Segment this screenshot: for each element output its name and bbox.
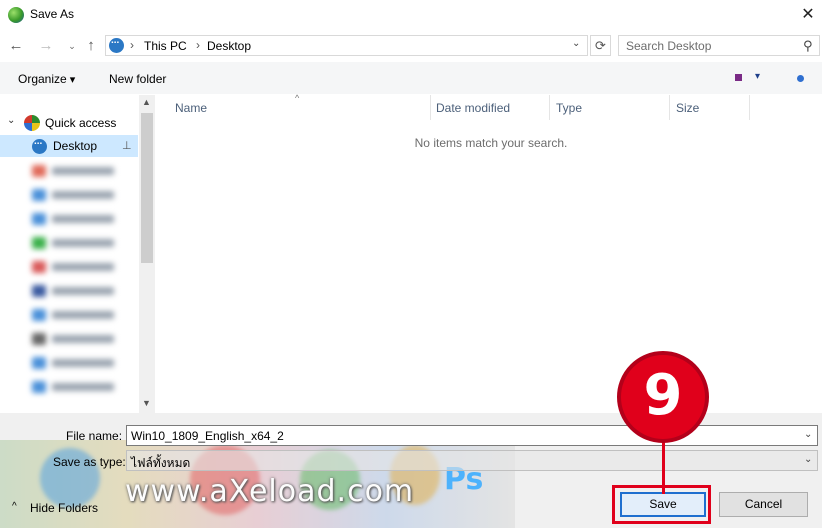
sidebar-item-blurred[interactable] [32,237,122,249]
help-icon[interactable] [797,75,804,82]
sidebar-item-label [52,239,114,247]
column-header-date-modified[interactable]: Date modified [436,101,510,119]
scroll-up-icon[interactable]: ▲ [142,97,151,107]
scroll-down-icon[interactable]: ▼ [142,398,151,408]
app-globe-icon [8,7,24,23]
search-input[interactable] [619,36,806,55]
sidebar-item-quick-access[interactable]: Quick access [45,116,116,130]
chevron-down-icon[interactable]: ⌄ [572,38,580,49]
sidebar-item-blurred[interactable] [32,165,122,177]
column-divider[interactable] [669,95,670,120]
folder-icon [32,285,46,297]
column-header-size[interactable]: Size [676,101,699,119]
folder-icon [32,237,46,249]
address-bar[interactable]: › This PC › Desktop ⌄ [105,35,588,56]
sidebar-item-label: Desktop [53,139,98,153]
desktop-folder-icon [109,35,124,53]
folder-icon [32,213,46,225]
column-divider[interactable] [430,95,431,120]
title-bar: Save As ✕ [0,0,822,30]
back-arrow-icon[interactable]: ← [7,37,25,55]
save-options-panel: www.aXeload.com Ps File name: ⌄ Save as … [0,413,822,528]
command-toolbar: Organize New folder ▾ [0,62,822,94]
navigation-pane: ⌄ Quick access Desktop ⊥ [0,95,155,413]
folder-icon [32,357,46,369]
column-divider[interactable] [549,95,550,120]
sidebar-item-blurred[interactable] [32,261,122,273]
file-list: ^ Name Date modified Type Size No items … [156,93,822,413]
recent-locations-chevron-icon[interactable]: ⌄ [63,37,81,55]
search-box[interactable]: ⚲ [618,35,820,56]
chevron-down-icon[interactable]: ⌄ [7,115,15,126]
quick-access-icon [24,115,40,131]
breadcrumb-this-pc[interactable]: This PC [144,39,187,53]
sidebar-item-blurred[interactable] [32,285,122,297]
scroll-thumb[interactable] [141,113,153,263]
sidebar-item-blurred[interactable] [32,357,122,369]
folder-icon [32,381,46,393]
save-as-type-label: Save as type: [53,455,126,469]
column-header-type[interactable]: Type [556,101,582,119]
chevron-down-icon[interactable]: ⌄ [804,429,812,440]
sidebar-scrollbar[interactable]: ▲ ▼ [139,95,155,413]
step-number-badge: 9 [617,351,709,443]
organize-button[interactable]: Organize [18,72,75,86]
desktop-folder-icon [32,136,47,154]
sidebar-item-label [52,191,114,199]
sidebar-item-label [52,215,114,223]
chevron-up-icon: ^ [12,501,17,512]
chevron-down-icon[interactable]: ⌄ [804,454,812,465]
column-header-name[interactable]: Name [175,101,207,119]
breadcrumb-separator-icon: › [130,38,134,52]
sidebar-item-label [52,359,114,367]
forward-arrow-icon[interactable]: → [37,37,55,55]
folder-icon [32,165,46,177]
search-icon[interactable]: ⚲ [803,38,813,54]
sidebar-item-label [52,167,114,175]
up-arrow-icon[interactable]: ↑ [82,37,100,55]
sidebar-item-label [52,287,114,295]
sidebar-item-blurred[interactable] [32,309,122,321]
refresh-icon[interactable]: ⟳ [590,35,611,56]
save-as-type-value: ไฟล์ทั้งหมด [131,456,191,470]
close-icon[interactable]: ✕ [796,4,820,26]
sidebar-item-blurred[interactable] [32,189,122,201]
watermark-text: www.aXeload.com [125,474,415,509]
folder-icon [32,333,46,345]
sidebar-item-blurred[interactable] [32,333,122,345]
save-as-type-select[interactable]: ไฟล์ทั้งหมด ⌄ [126,450,818,471]
folder-icon [32,309,46,321]
sidebar-item-label [52,311,114,319]
sidebar-item-blurred[interactable] [32,213,122,225]
file-name-label: File name: [66,429,123,443]
sidebar-item-label [52,383,114,391]
sort-ascending-icon: ^ [295,93,300,103]
folder-icon [32,261,46,273]
view-dropdown-icon[interactable]: ▾ [755,71,760,82]
new-folder-button[interactable]: New folder [109,72,166,86]
cancel-button[interactable]: Cancel [719,492,808,517]
hide-folders-label: Hide Folders [30,501,99,515]
folder-icon [32,189,46,201]
view-options-icon[interactable] [735,74,742,81]
pin-icon: ⊥ [122,140,132,152]
column-divider[interactable] [749,95,750,120]
save-button[interactable]: Save [620,492,706,517]
file-name-combobox[interactable]: ⌄ [126,425,818,446]
empty-list-message: No items match your search. [414,136,568,150]
window-title: Save As [30,7,75,21]
breadcrumb-separator-icon[interactable]: › [196,38,200,52]
breadcrumb-desktop[interactable]: Desktop [207,39,251,53]
sidebar-item-label [52,263,114,271]
sidebar-item-label [52,335,114,343]
sidebar-item-desktop[interactable]: Desktop ⊥ [0,135,138,157]
navigation-bar: ← → ⌄ ↑ › This PC › Desktop ⌄ ⟳ ⚲ [0,31,822,61]
file-name-input[interactable] [127,426,801,445]
sidebar-item-blurred[interactable] [32,381,122,393]
